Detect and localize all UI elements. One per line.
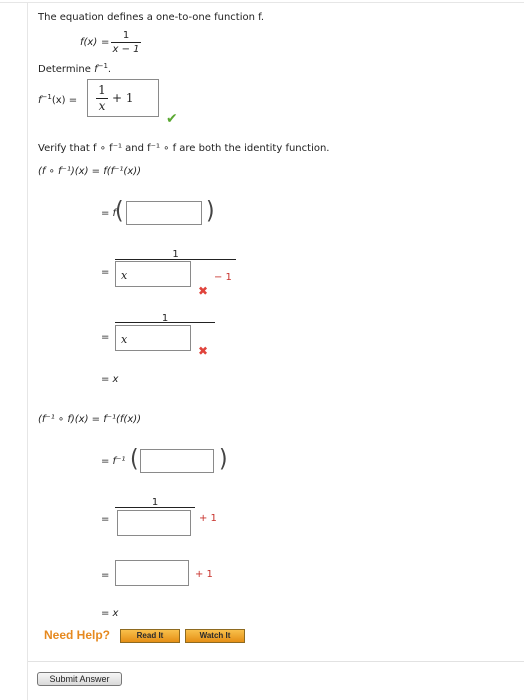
x-mark-icon: ✖: [198, 284, 209, 298]
part2-step2-field[interactable]: [117, 510, 191, 536]
part2-step2-fraction-bar: [115, 507, 195, 508]
need-help-label: Need Help?: [44, 628, 111, 642]
function-numerator: 1: [122, 30, 130, 41]
part1-header: (f ∘ f⁻¹)(x) = f(f⁻¹(x)): [38, 166, 142, 177]
read-it-button[interactable]: Read It: [120, 629, 180, 643]
function-denominator: x − 1: [112, 44, 140, 55]
watch-it-button[interactable]: Watch It: [185, 629, 245, 643]
inverse-answer-plus: + 1: [112, 91, 134, 105]
x-mark-icon: ✖: [198, 344, 209, 358]
verify-prompt: Verify that f ∘ f⁻¹ and f⁻¹ ∘ f are both…: [38, 143, 330, 154]
determine-label: Determine: [38, 64, 91, 75]
part2-step2-prefix: =: [101, 514, 110, 525]
part2-step3-prefix: =: [101, 570, 110, 581]
part1-step2-fraction-bar: [115, 259, 236, 260]
submit-answer-button[interactable]: Submit Answer: [37, 672, 122, 686]
inverse-answer-field[interactable]: 1 x + 1: [87, 79, 159, 117]
check-icon: ✔: [166, 111, 178, 127]
part2-header: (f⁻¹ ∘ f)(x) = f⁻¹(f(x)): [38, 414, 142, 425]
determine-end: .: [107, 64, 112, 75]
part2-step1-field[interactable]: [140, 449, 214, 473]
part1-step2-field[interactable]: x: [115, 261, 191, 287]
function-equals: =: [101, 37, 110, 48]
part1-step2-prefix: =: [101, 267, 110, 278]
part1-open-paren: (: [115, 197, 124, 226]
part2-step3-suffix: + 1: [195, 569, 213, 580]
determine-line: Determine f−1.: [38, 62, 111, 75]
part1-step1-prefix: = f: [101, 208, 117, 219]
part1-close-paren: ): [206, 197, 215, 226]
part1-step2-suffix: − 1: [214, 272, 232, 283]
inverse-lhs: f−1(x) =: [38, 93, 78, 106]
problem-intro: The equation defines a one-to-one functi…: [38, 12, 265, 23]
inverse-answer-denominator: x: [98, 99, 106, 113]
part2-close-paren: ): [219, 445, 228, 474]
part2-step3-field[interactable]: [115, 560, 189, 586]
function-fraction-bar: [111, 42, 141, 43]
part2-step1-prefix: = f⁻¹: [101, 456, 126, 467]
part1-step3-fraction-bar: [115, 322, 215, 323]
determine-sup: −1: [97, 62, 108, 70]
inverse-answer-numerator: 1: [98, 83, 106, 97]
part1-step1-field[interactable]: [126, 201, 202, 225]
part1-step3-field[interactable]: x: [115, 325, 191, 351]
part2-step2-suffix: + 1: [199, 513, 217, 524]
function-lhs: f(x): [80, 37, 98, 48]
part1-step3-prefix: =: [101, 332, 110, 343]
part1-result: = x: [101, 374, 119, 385]
part2-open-paren: (: [130, 445, 139, 474]
footer-divider: [28, 661, 524, 662]
part2-result: = x: [101, 608, 119, 619]
